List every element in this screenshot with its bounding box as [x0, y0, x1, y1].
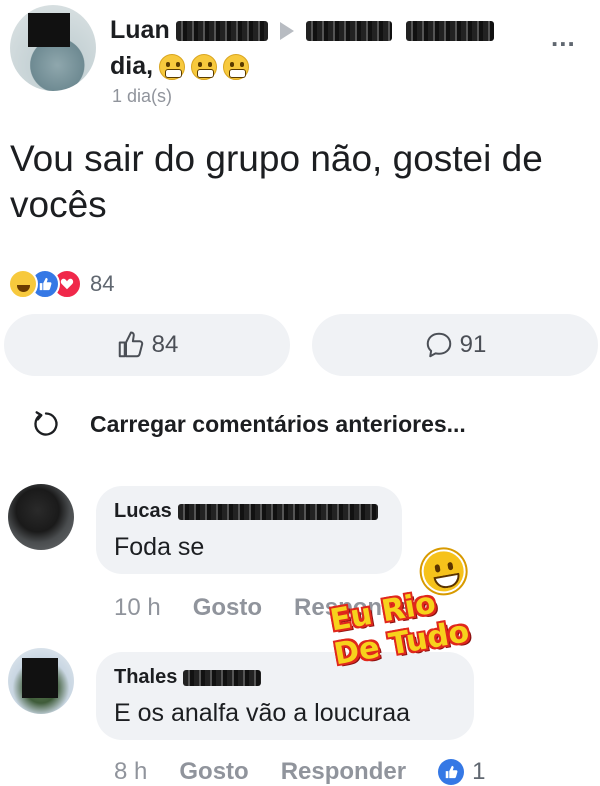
more-options-icon[interactable]: ...: [551, 22, 576, 53]
comment-bubble-icon: [426, 332, 451, 358]
avatar-censor-bar: [28, 13, 70, 47]
grin-emoji-icon: [191, 53, 218, 80]
like-count: 84: [151, 331, 179, 358]
comment-reply-link[interactable]: Responder: [281, 758, 406, 786]
haha-reaction-icon: [8, 269, 38, 299]
comment-text: E os analfa vão a loucuraa: [114, 699, 411, 727]
thumbs-up-icon: [118, 331, 143, 358]
commenter-avatar[interactable]: [8, 648, 74, 714]
commenter-avatar[interactable]: [8, 484, 74, 550]
author-line: Luan: [110, 16, 494, 45]
censored-surname: [177, 503, 378, 520]
reaction-count[interactable]: 84: [90, 271, 114, 297]
like-button[interactable]: 84: [4, 314, 290, 376]
comment-like-count[interactable]: 1: [472, 758, 485, 786]
like-badge-icon[interactable]: [438, 759, 465, 785]
comment-count: 91: [459, 331, 487, 358]
comment-like-link[interactable]: Gosto: [193, 594, 262, 622]
comment-like-link[interactable]: Gosto: [179, 758, 248, 786]
censored-surname: [183, 669, 262, 686]
comment-meta: 8 h Gosto Responder 1: [114, 758, 485, 786]
group-name-line2: dia,: [110, 52, 250, 81]
reactions-summary[interactable]: 84: [8, 268, 114, 300]
avatar-censor-bar: [22, 658, 58, 698]
author-avatar[interactable]: [10, 5, 96, 91]
comment-author-name[interactable]: Lucas: [114, 500, 172, 523]
reload-icon: [34, 411, 58, 436]
comment-time[interactable]: 10 h: [114, 594, 161, 622]
comment-time[interactable]: 8 h: [114, 758, 147, 786]
censored-surname: [175, 20, 268, 41]
grin-emoji-icon: [159, 53, 186, 80]
group-name-word[interactable]: dia,: [110, 52, 153, 81]
author-name[interactable]: Luan: [110, 16, 170, 45]
comment-author: Thales: [114, 666, 456, 689]
post-header: Luan ... dia, 1 dia(s): [0, 0, 600, 110]
censored-group-name-2[interactable]: [405, 20, 494, 41]
load-earlier-comments[interactable]: Carregar comentários anteriores...: [32, 410, 466, 438]
load-earlier-label: Carregar comentários anteriores...: [90, 410, 466, 437]
comment-button[interactable]: 91: [312, 314, 598, 376]
grin-emoji-icon: [223, 53, 250, 80]
censored-group-name[interactable]: [305, 20, 392, 41]
post-timestamp[interactable]: 1 dia(s): [112, 86, 172, 107]
arrow-right-icon: [279, 21, 294, 40]
comment-author-name[interactable]: Thales: [114, 666, 177, 689]
comment-author: Lucas: [114, 500, 384, 523]
comment-text: Foda se: [114, 533, 205, 561]
comment-bubble: Lucas Foda se: [96, 486, 402, 574]
post-text: Vou sair do grupo não, gostei de vocês: [10, 138, 543, 225]
